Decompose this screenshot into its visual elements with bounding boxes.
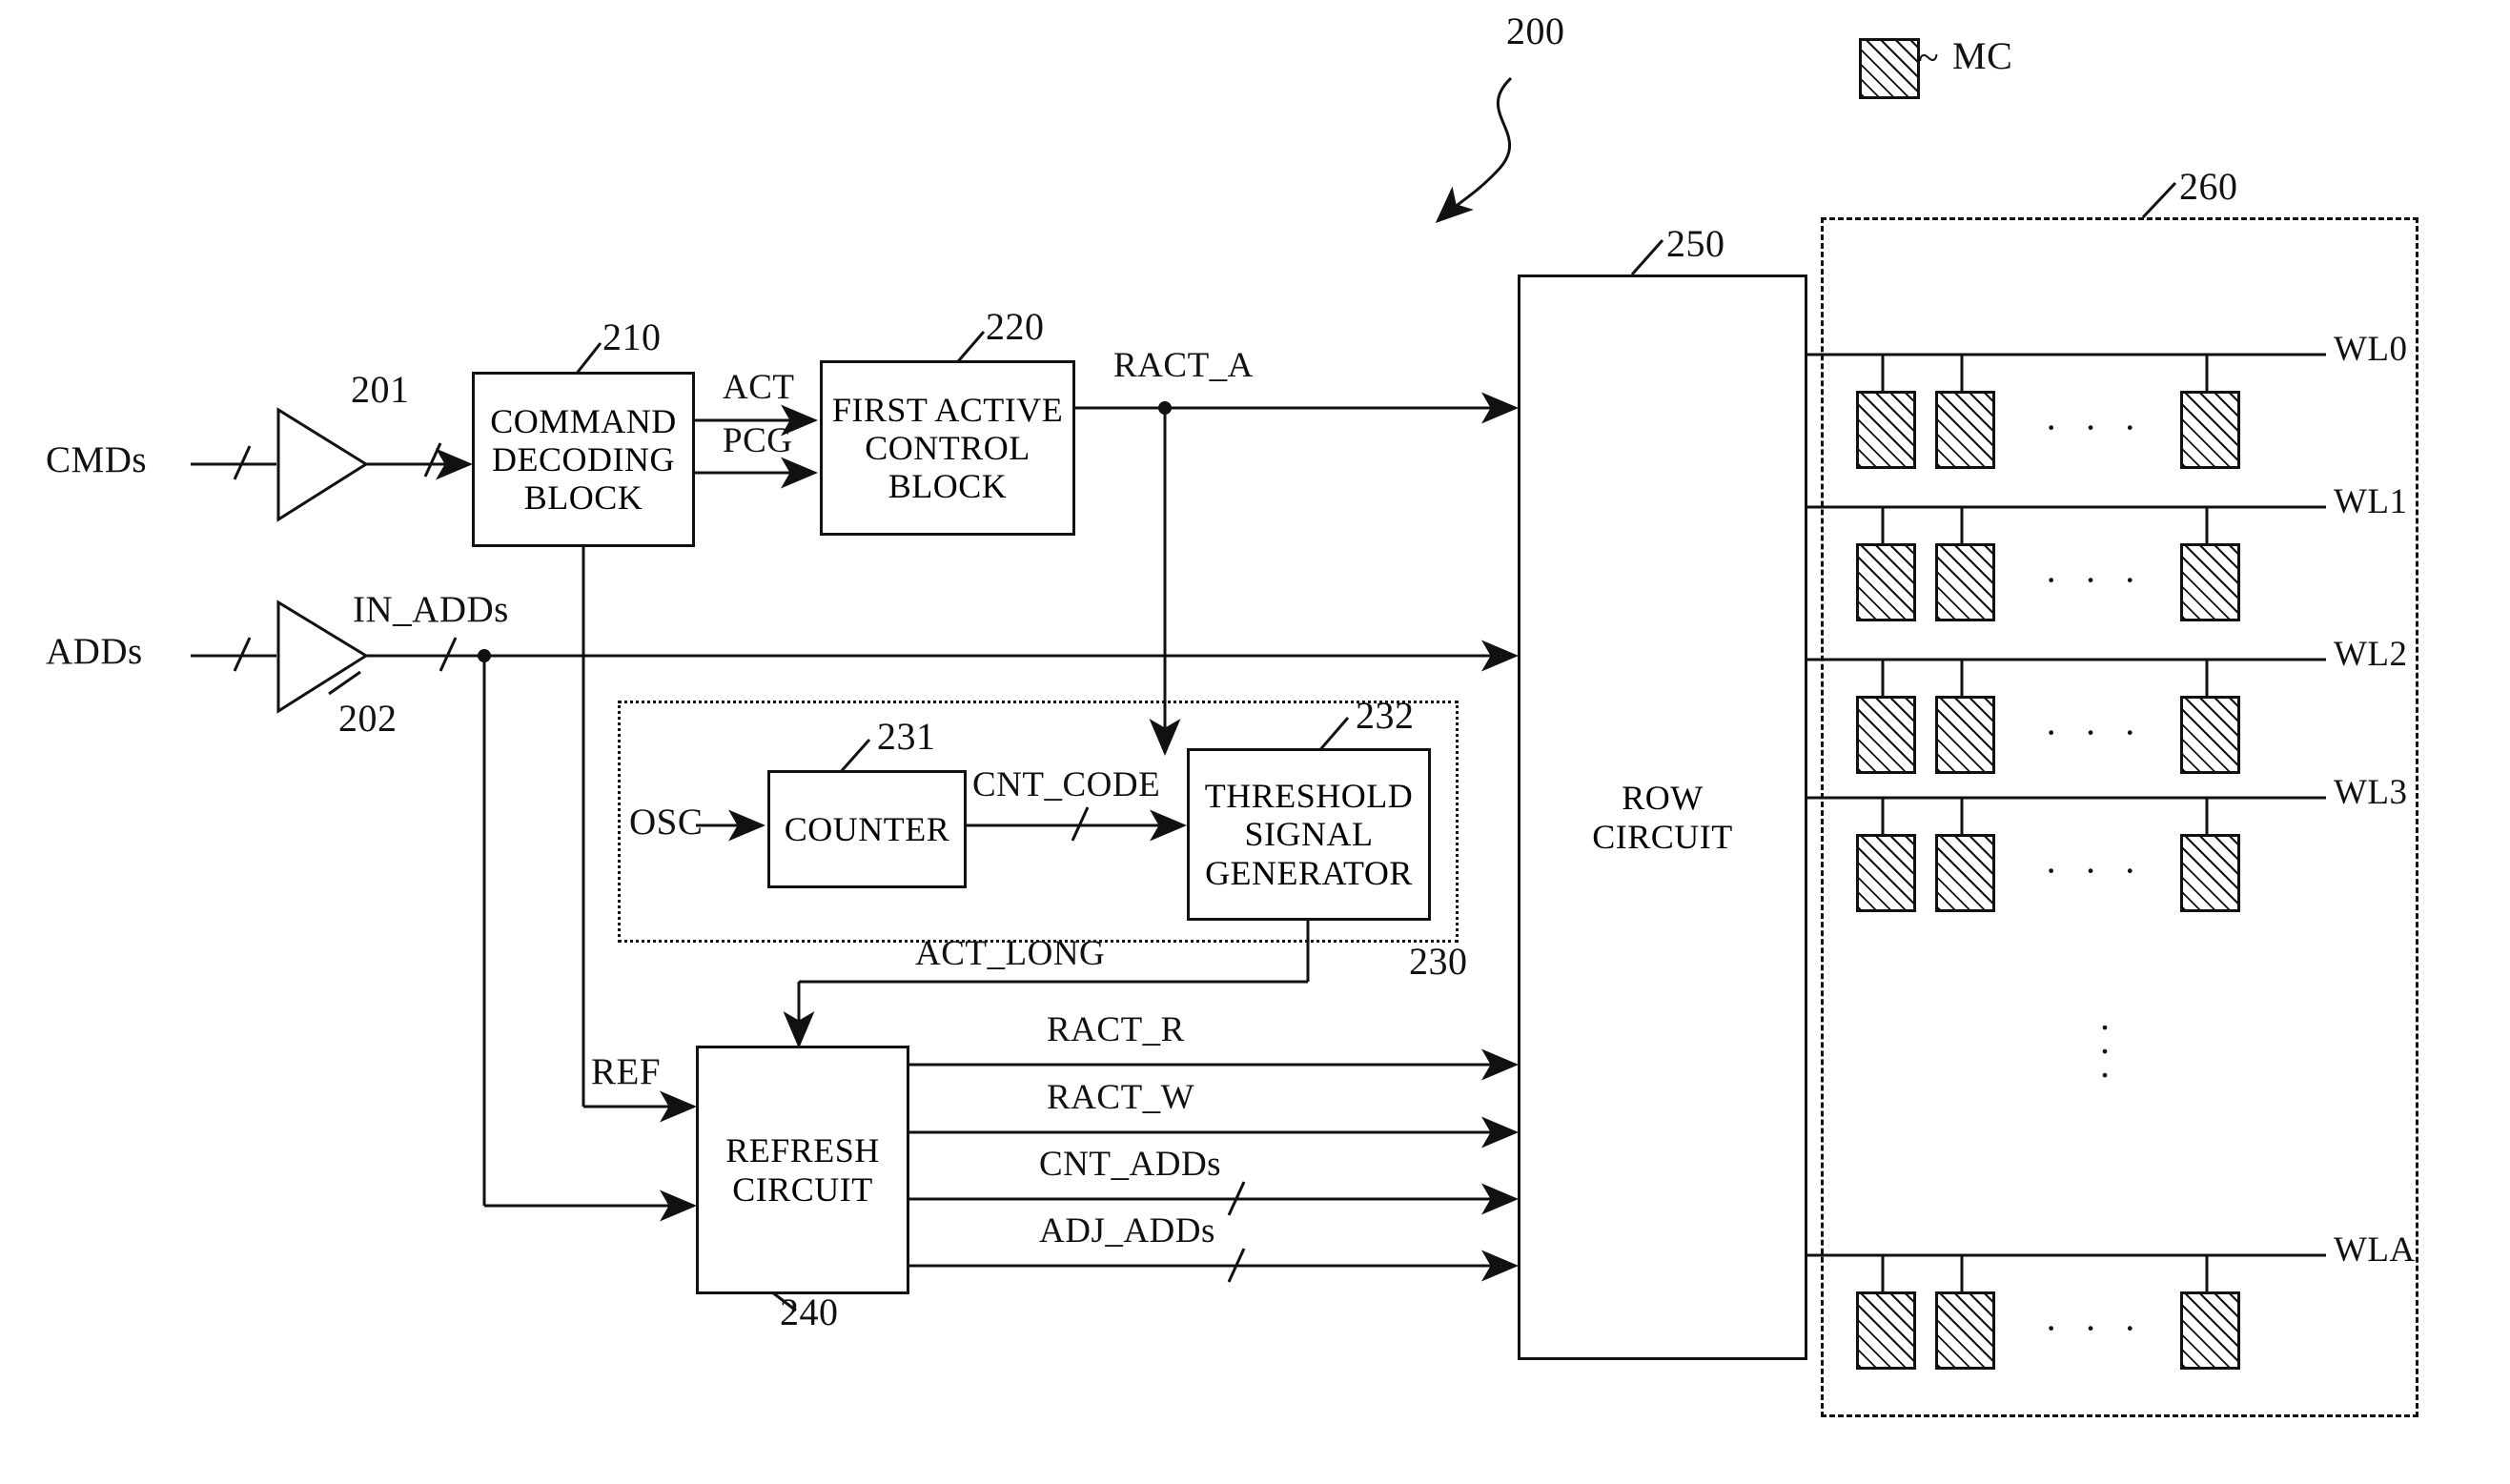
refresh-circuit-line2: CIRCUIT	[732, 1169, 873, 1209]
row-circuit-block[interactable]: ROW CIRCUIT	[1518, 274, 1807, 1360]
ref-signal-label: REF	[591, 1051, 662, 1092]
act-signal-label: ACT	[723, 368, 795, 407]
memory-cell	[2180, 696, 2240, 774]
memory-cell	[1856, 543, 1916, 621]
block-260-ref: 260	[2179, 165, 2238, 208]
row-ellipsis: · · ·	[2045, 559, 2145, 601]
wordline-label-wl2: WL2	[2334, 635, 2408, 674]
refresh-circuit-block[interactable]: REFRESH CIRCUIT	[696, 1046, 909, 1294]
row-ellipsis: · · ·	[2045, 406, 2145, 449]
cnt-code-signal-label: CNT_CODE	[972, 765, 1161, 804]
ract-w-signal-label: RACT_W	[1047, 1078, 1195, 1117]
figure-ref-numeral: 200	[1506, 10, 1565, 52]
ract-r-signal-label: RACT_R	[1047, 1010, 1185, 1049]
command-decoding-block[interactable]: COMMAND DECODING BLOCK	[472, 372, 695, 547]
buffer-202-ref: 202	[338, 697, 398, 740]
block-240-ref: 240	[780, 1291, 839, 1333]
row-circuit-line2: CIRCUIT	[1592, 817, 1733, 856]
in-adds-junction-dot	[478, 649, 491, 662]
block-232-ref: 232	[1356, 694, 1415, 737]
command-decoding-line2: DECODING	[492, 439, 675, 478]
adj-adds-signal-label: ADJ_ADDs	[1039, 1211, 1215, 1250]
buffer-201-ref: 201	[351, 368, 410, 411]
block-210-ref: 210	[602, 315, 662, 358]
wordline-label-wl3: WL3	[2334, 773, 2408, 812]
column-ellipsis: ...	[2100, 995, 2110, 1086]
mc-legend-tilde: ~	[1918, 36, 1940, 79]
memory-cell	[1935, 391, 1995, 469]
block-250-ref: 250	[1666, 222, 1725, 265]
wordline-label-wl0: WL0	[2334, 330, 2408, 369]
command-decoding-line3: BLOCK	[523, 478, 643, 518]
first-active-control-line2: CONTROL	[865, 428, 1031, 467]
tsg-line3: GENERATOR	[1205, 853, 1413, 892]
memory-cell	[2180, 543, 2240, 621]
refresh-circuit-line1: REFRESH	[725, 1131, 880, 1170]
in-adds-label: IN_ADDs	[353, 589, 509, 630]
mc-legend-swatch	[1859, 38, 1920, 99]
memory-cell	[1935, 543, 1995, 621]
patent-figure-canvas: 200 ~ MC CMDs ADDs IN_ADDs OSC REF 201 2…	[0, 0, 2510, 1484]
act-long-signal-label: ACT_LONG	[915, 934, 1106, 973]
cnt-adds-signal-label: CNT_ADDs	[1039, 1145, 1222, 1184]
ract-a-signal-label: RACT_A	[1113, 346, 1254, 385]
adds-input-label: ADDs	[46, 631, 143, 672]
mc-legend-label: MC	[1952, 34, 2013, 77]
memory-cell	[1856, 391, 1916, 469]
wordline-label-wl1: WL1	[2334, 482, 2408, 521]
counter-block[interactable]: COUNTER	[767, 770, 967, 888]
counter-label: COUNTER	[784, 809, 950, 848]
row-ellipsis: · · ·	[2045, 849, 2145, 892]
wordline-label-wla: WLA	[2334, 1230, 2416, 1270]
memory-cell	[1935, 834, 1995, 912]
command-decoding-line1: COMMAND	[490, 401, 677, 440]
cmds-input-label: CMDs	[46, 439, 148, 480]
memory-cell	[1856, 696, 1916, 774]
first-active-control-line3: BLOCK	[888, 467, 1008, 506]
memory-cell	[1856, 834, 1916, 912]
tsg-line2: SIGNAL	[1244, 815, 1374, 854]
pcg-signal-label: PCG	[723, 421, 793, 460]
memory-cell	[2180, 834, 2240, 912]
row-ellipsis: · · ·	[2045, 711, 2145, 754]
row-circuit-line1: ROW	[1622, 779, 1704, 818]
row-ellipsis: · · ·	[2045, 1307, 2145, 1350]
block-220-ref: 220	[986, 305, 1045, 348]
first-active-control-block[interactable]: FIRST ACTIVE CONTROL BLOCK	[820, 360, 1075, 536]
memory-cell	[1935, 696, 1995, 774]
ract-a-junction-dot	[1158, 401, 1172, 415]
tsg-line1: THRESHOLD	[1204, 777, 1414, 816]
threshold-signal-generator-block[interactable]: THRESHOLD SIGNAL GENERATOR	[1187, 748, 1431, 921]
first-active-control-line1: FIRST ACTIVE	[831, 390, 1064, 429]
memory-cell	[1935, 1291, 1995, 1370]
block-230-ref: 230	[1409, 940, 1468, 983]
memory-cell	[2180, 391, 2240, 469]
memory-cell	[2180, 1291, 2240, 1370]
memory-cell	[1856, 1291, 1916, 1370]
block-231-ref: 231	[877, 715, 936, 758]
